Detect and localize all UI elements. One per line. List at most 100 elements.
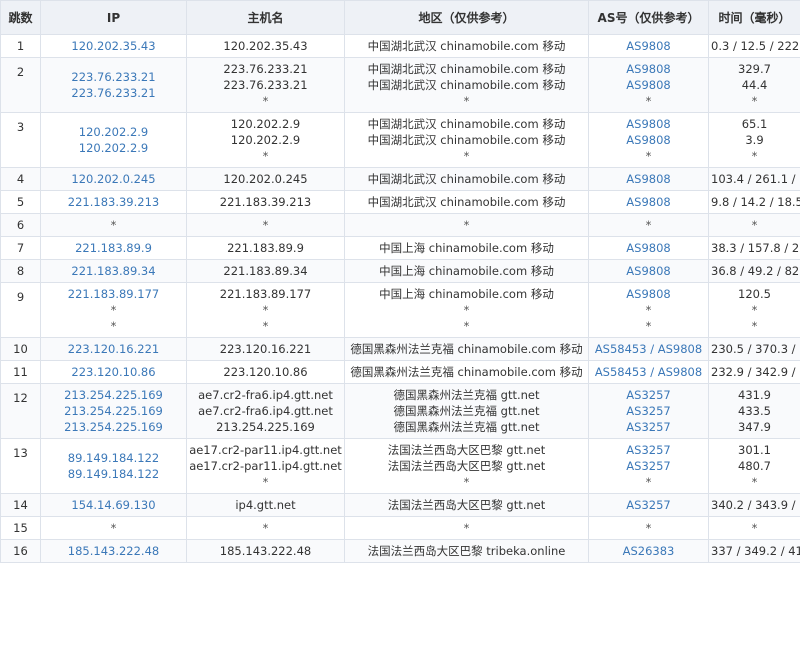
- ip-cell: *: [40, 213, 187, 237]
- no-response-marker: *: [751, 475, 758, 489]
- region-value: 德国黑森州法兰克福 gtt.net: [393, 388, 540, 402]
- time-value: 3.9: [745, 133, 764, 147]
- as-cell: AS9808: [588, 236, 709, 260]
- as-link[interactable]: AS9808: [591, 240, 706, 256]
- region-value: 法国法兰西岛大区巴黎 gtt.net: [387, 459, 546, 473]
- hostname-cell: 221.183.89.9: [186, 236, 345, 260]
- no-response-marker: *: [262, 94, 269, 108]
- as-link[interactable]: AS9808: [591, 194, 706, 210]
- as-link[interactable]: AS9808: [591, 38, 706, 54]
- time-cell: 38.3 / 157.8 / 236: [708, 236, 800, 260]
- region-cell: 法国法兰西岛大区巴黎 tribeka.online: [344, 539, 589, 563]
- hostname-cell: 223.120.10.86: [186, 360, 345, 384]
- ip-link[interactable]: 185.143.222.48: [43, 543, 184, 559]
- as-cell: AS9808: [588, 167, 709, 191]
- host-value: 223.120.16.221: [219, 342, 312, 356]
- ip-link[interactable]: 223.76.233.21: [43, 85, 184, 101]
- no-response-marker: *: [262, 218, 269, 232]
- time-cell: 65.1 3.9 *: [708, 112, 800, 168]
- hostname-cell: 185.143.222.48: [186, 539, 345, 563]
- hop-cell: 11: [0, 360, 41, 384]
- as-link[interactable]: AS3257: [591, 387, 706, 403]
- ip-cell: 221.183.39.213: [40, 190, 187, 214]
- region-cell: *: [344, 516, 589, 540]
- time-value: 340.2 / 343.9 / 377.4: [711, 498, 800, 512]
- hop-cell: 1: [0, 34, 41, 58]
- hop-cell: 9: [0, 282, 41, 338]
- as-link[interactable]: AS3257: [591, 458, 706, 474]
- ip-link[interactable]: 213.254.225.169: [43, 387, 184, 403]
- ip-link[interactable]: 120.202.2.9: [43, 124, 184, 140]
- table-row: 2 223.76.233.21 223.76.233.21 223.76.233.21…: [0, 57, 800, 113]
- no-response-marker: *: [110, 521, 117, 535]
- ip-link[interactable]: 223.120.16.221: [43, 341, 184, 357]
- ip-link[interactable]: 213.254.225.169: [43, 403, 184, 419]
- no-response-marker: *: [645, 218, 652, 232]
- host-value: ae7.cr2-fra6.ip4.gtt.net: [198, 404, 333, 418]
- time-value: 44.4: [741, 78, 768, 92]
- as-link[interactable]: AS26383: [591, 543, 706, 559]
- as-link[interactable]: AS9808: [591, 286, 706, 302]
- as-link[interactable]: AS9808: [591, 61, 706, 77]
- as-link[interactable]: AS58453 / AS9808: [591, 364, 706, 380]
- host-value: 221.183.39.213: [219, 195, 312, 209]
- time-value: 480.7: [738, 459, 771, 473]
- no-response-marker: *: [645, 149, 652, 163]
- host-value: 120.202.2.9: [230, 133, 301, 147]
- region-value: 中国湖北武汉 chinamobile.com 移动: [367, 78, 566, 92]
- region-cell: 中国上海 chinamobile.com 移动 * *: [344, 282, 589, 338]
- as-link[interactable]: AS9808: [591, 77, 706, 93]
- header-time: 时间（毫秒）: [708, 0, 800, 35]
- as-link[interactable]: AS3257: [591, 403, 706, 419]
- region-value: 德国黑森州法兰克福 chinamobile.com 移动: [350, 365, 583, 379]
- ip-link[interactable]: 120.202.0.245: [43, 171, 184, 187]
- no-response-marker: *: [463, 319, 470, 333]
- ip-link[interactable]: 120.202.2.9: [43, 140, 184, 156]
- region-value: 中国上海 chinamobile.com 移动: [379, 287, 554, 301]
- ip-link[interactable]: 120.202.35.43: [43, 38, 184, 54]
- as-link[interactable]: AS3257: [591, 497, 706, 513]
- ip-link[interactable]: 154.14.69.130: [43, 497, 184, 513]
- region-cell: 德国黑森州法兰克福 gtt.net 德国黑森州法兰克福 gtt.net 德国黑森州法…: [344, 383, 589, 439]
- as-link[interactable]: AS9808: [591, 116, 706, 132]
- as-link[interactable]: AS58453 / AS9808: [591, 341, 706, 357]
- ip-link[interactable]: 223.76.233.21: [43, 69, 184, 85]
- host-value: 221.183.89.34: [223, 264, 308, 278]
- table-row: 16 185.143.222.48 185.143.222.48 法国法兰西岛大区巴黎…: [0, 539, 800, 563]
- no-response-marker: *: [463, 521, 470, 535]
- as-link[interactable]: AS3257: [591, 419, 706, 435]
- time-value: 433.5: [738, 404, 771, 418]
- ip-link[interactable]: 213.254.225.169: [43, 419, 184, 435]
- time-value: 9.8 / 14.2 / 18.5: [711, 195, 800, 209]
- time-cell: *: [708, 213, 800, 237]
- hop-cell: 8: [0, 259, 41, 283]
- ip-link[interactable]: 221.183.89.9: [43, 240, 184, 256]
- as-link[interactable]: AS9808: [591, 171, 706, 187]
- host-value: 221.183.89.9: [227, 241, 304, 255]
- no-response-marker: *: [110, 319, 117, 333]
- region-cell: 中国湖北武汉 chinamobile.com 移动: [344, 34, 589, 58]
- as-cell: AS26383: [588, 539, 709, 563]
- ip-cell: 120.202.0.245: [40, 167, 187, 191]
- ip-cell: 89.149.184.122 89.149.184.122: [40, 438, 187, 494]
- ip-link[interactable]: 223.120.10.86: [43, 364, 184, 380]
- ip-link[interactable]: 89.149.184.122: [43, 466, 184, 482]
- ip-link[interactable]: 89.149.184.122: [43, 450, 184, 466]
- as-cell: AS58453 / AS9808: [588, 360, 709, 384]
- hop-cell: 15: [0, 516, 41, 540]
- as-link[interactable]: AS9808: [591, 263, 706, 279]
- host-value: 185.143.222.48: [219, 544, 312, 558]
- hop-cell: 6: [0, 213, 41, 237]
- as-link[interactable]: AS3257: [591, 442, 706, 458]
- ip-link[interactable]: 221.183.89.34: [43, 263, 184, 279]
- no-response-marker: *: [645, 521, 652, 535]
- time-cell: 340.2 / 343.9 / 377.4: [708, 493, 800, 517]
- region-cell: 法国法兰西岛大区巴黎 gtt.net 法国法兰西岛大区巴黎 gtt.net *: [344, 438, 589, 494]
- host-value: ae17.cr2-par11.ip4.gtt.net: [189, 443, 342, 457]
- region-value: 德国黑森州法兰克福 chinamobile.com 移动: [350, 342, 583, 356]
- as-cell: AS9808 AS9808 *: [588, 57, 709, 113]
- as-link[interactable]: AS9808: [591, 132, 706, 148]
- time-cell: 0.3 / 12.5 / 222.1: [708, 34, 800, 58]
- ip-link[interactable]: 221.183.39.213: [43, 194, 184, 210]
- ip-link[interactable]: 221.183.89.177: [43, 286, 184, 302]
